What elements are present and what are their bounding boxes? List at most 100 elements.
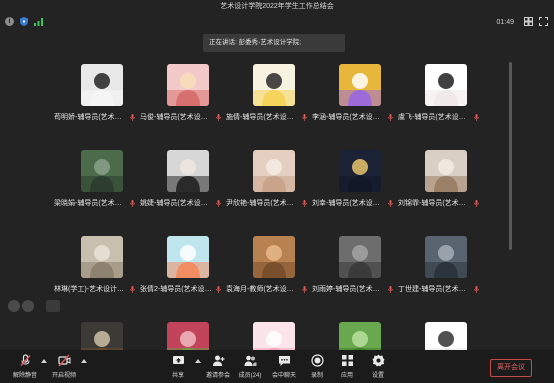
participant-tile[interactable]: 梁晓娟-辅导员(艺术设计学院) <box>54 150 138 228</box>
apps-grid-icon <box>341 355 353 366</box>
share-screen-icon <box>172 356 184 364</box>
share-button[interactable]: 共享 <box>166 354 190 379</box>
muted-mic-icon <box>302 113 307 121</box>
start-video-button[interactable]: 开启视频 <box>47 354 81 379</box>
side-tools <box>8 300 60 312</box>
muted-mic-icon <box>474 285 479 293</box>
participant-name: 苟明娇-辅导员(艺术设计学院) <box>54 112 138 122</box>
gear-icon <box>372 354 384 367</box>
participant-tile[interactable]: 虞飞-辅导员(艺术设计学院) <box>398 64 482 142</box>
participant-avatar <box>253 236 295 278</box>
participant-tile[interactable]: 苟明娇-辅导员(艺术设计学院) <box>54 64 138 142</box>
participant-tile[interactable]: 丁世建-辅导员(艺术设计学院) <box>398 236 482 314</box>
participant-tile[interactable]: 刘锦霏-辅导员(艺术设计学院) <box>398 150 482 228</box>
muted-mic-icon <box>388 285 393 293</box>
record-button[interactable]: 录制 <box>307 354 327 379</box>
participant-name: 林琳(学工)-艺术设计学院 <box>54 284 138 294</box>
collapse-arrow-icon[interactable] <box>46 300 60 312</box>
settings-label: 设置 <box>371 373 384 379</box>
participant-tile[interactable]: 刘雨婷-辅导员(艺术设计学院) <box>312 236 396 314</box>
invite-label: 邀请参会 <box>205 373 230 379</box>
participant-avatar <box>339 236 381 278</box>
muted-mic-icon <box>474 113 479 121</box>
participant-name-text: 马俊-辅导员(艺术设计学院) <box>140 114 214 121</box>
participant-avatar <box>167 236 209 278</box>
info-icon[interactable]: i <box>5 17 14 26</box>
participant-avatar <box>339 64 381 106</box>
muted-mic-icon <box>216 199 221 207</box>
chat-label: 会中聊天 <box>271 373 296 379</box>
participant-tile[interactable]: 林琳(学工)-艺术设计学院 <box>54 236 138 314</box>
participant-avatar <box>425 150 467 192</box>
participant-avatar <box>339 150 381 192</box>
participant-name-text: 尹欣艳-辅导员(艺术设计学院) <box>226 200 300 207</box>
participant-avatar <box>167 64 209 106</box>
apps-button[interactable]: 应用 <box>337 354 357 379</box>
invite-user-icon <box>212 355 224 366</box>
participant-name-text: 李涵-辅导员(艺术设计学院) <box>312 114 386 121</box>
muted-mic-icon <box>130 199 135 207</box>
record-icon <box>310 354 324 367</box>
participant-avatar <box>81 236 123 278</box>
participant-tile[interactable]: 刘幸-辅导员(艺术设计学院) <box>312 150 396 228</box>
reaction-icon[interactable] <box>8 300 20 312</box>
leave-meeting-button[interactable]: 离开会议 <box>490 359 532 377</box>
participant-tile[interactable]: 袁海月-教师(艺术设计学院) <box>226 236 310 314</box>
participant-name: 李涵-辅导员(艺术设计学院) <box>312 112 396 122</box>
participant-name: 施倩-辅导员(艺术设计学院) <box>226 112 310 122</box>
muted-mic-icon <box>19 354 31 366</box>
members-button[interactable]: 成员(24) <box>236 354 264 379</box>
muted-mic-icon <box>474 199 479 207</box>
participant-avatar <box>81 64 123 106</box>
settings-button[interactable]: 设置 <box>368 354 388 379</box>
participant-avatar <box>253 64 295 106</box>
participant-avatar <box>81 150 123 192</box>
signal-icon[interactable] <box>34 17 43 26</box>
record-label: 录制 <box>310 373 323 379</box>
chat-icon <box>278 356 290 366</box>
participant-name-text: 张倩2-辅导员(艺术设计学院) <box>140 286 214 293</box>
participant-name-text: 梁晓娟-辅导员(艺术设计学院) <box>54 200 128 207</box>
unmute-button[interactable]: 解除静音 <box>8 354 42 379</box>
participant-name-text: 袁海月-教师(艺术设计学院) <box>226 286 300 293</box>
participant-avatar <box>253 150 295 192</box>
participant-name-text: 姚婕-辅导员(艺术设计学院) <box>140 200 214 207</box>
participant-tile[interactable]: 马俊-辅导员(艺术设计学院) <box>140 64 224 142</box>
participant-avatar <box>167 150 209 192</box>
participant-name: 刘幸-辅导员(艺术设计学院) <box>312 198 396 208</box>
participant-tile[interactable]: 李涵-辅导员(艺术设计学院) <box>312 64 396 142</box>
chat-button[interactable]: 会中聊天 <box>268 354 300 379</box>
share-label: 共享 <box>171 373 184 379</box>
view-controls <box>524 17 548 26</box>
participant-name: 刘雨婷-辅导员(艺术设计学院) <box>312 284 396 294</box>
chat-bubble-icon[interactable] <box>22 300 34 312</box>
muted-mic-icon <box>388 113 393 121</box>
participant-name-text: 虞飞-辅导员(艺术设计学院) <box>398 114 472 121</box>
participant-avatar <box>425 236 467 278</box>
participant-tile[interactable]: 姚婕-辅导员(艺术设计学院) <box>140 150 224 228</box>
start-video-label: 开启视频 <box>51 373 76 379</box>
muted-mic-icon <box>216 285 221 293</box>
grid-scrollbar[interactable] <box>509 62 512 250</box>
participant-name-text: 施倩-辅导员(艺术设计学院) <box>226 114 300 121</box>
layout-icon[interactable] <box>524 17 533 26</box>
participant-name-text: 苟明娇-辅导员(艺术设计学院) <box>54 114 128 121</box>
muted-mic-icon <box>302 199 307 207</box>
participant-tile[interactable]: 张倩2-辅导员(艺术设计学院) <box>140 236 224 314</box>
participant-tile[interactable]: 尹欣艳-辅导员(艺术设计学院) <box>226 150 310 228</box>
meeting-timer: 01:49 <box>496 19 514 26</box>
active-speaker-banner: 正在讲话: 彭委秀-艺术设计学院; <box>203 34 345 52</box>
video-caret-icon[interactable] <box>81 359 87 363</box>
shield-icon[interactable] <box>20 17 28 26</box>
muted-mic-icon <box>388 199 393 207</box>
participant-name: 姚婕-辅导员(艺术设计学院) <box>140 198 224 208</box>
muted-mic-icon <box>302 285 307 293</box>
invite-button[interactable]: 邀请参会 <box>202 354 234 379</box>
fullscreen-icon[interactable] <box>539 17 548 26</box>
participant-name: 丁世建-辅导员(艺术设计学院) <box>398 284 482 294</box>
participant-name: 袁海月-教师(艺术设计学院) <box>226 284 310 294</box>
participant-tile[interactable]: 施倩-辅导员(艺术设计学院) <box>226 64 310 142</box>
participant-name: 尹欣艳-辅导员(艺术设计学院) <box>226 198 310 208</box>
participant-name-text: 林琳(学工)-艺术设计学院 <box>54 286 128 293</box>
share-caret-icon[interactable] <box>195 359 201 363</box>
